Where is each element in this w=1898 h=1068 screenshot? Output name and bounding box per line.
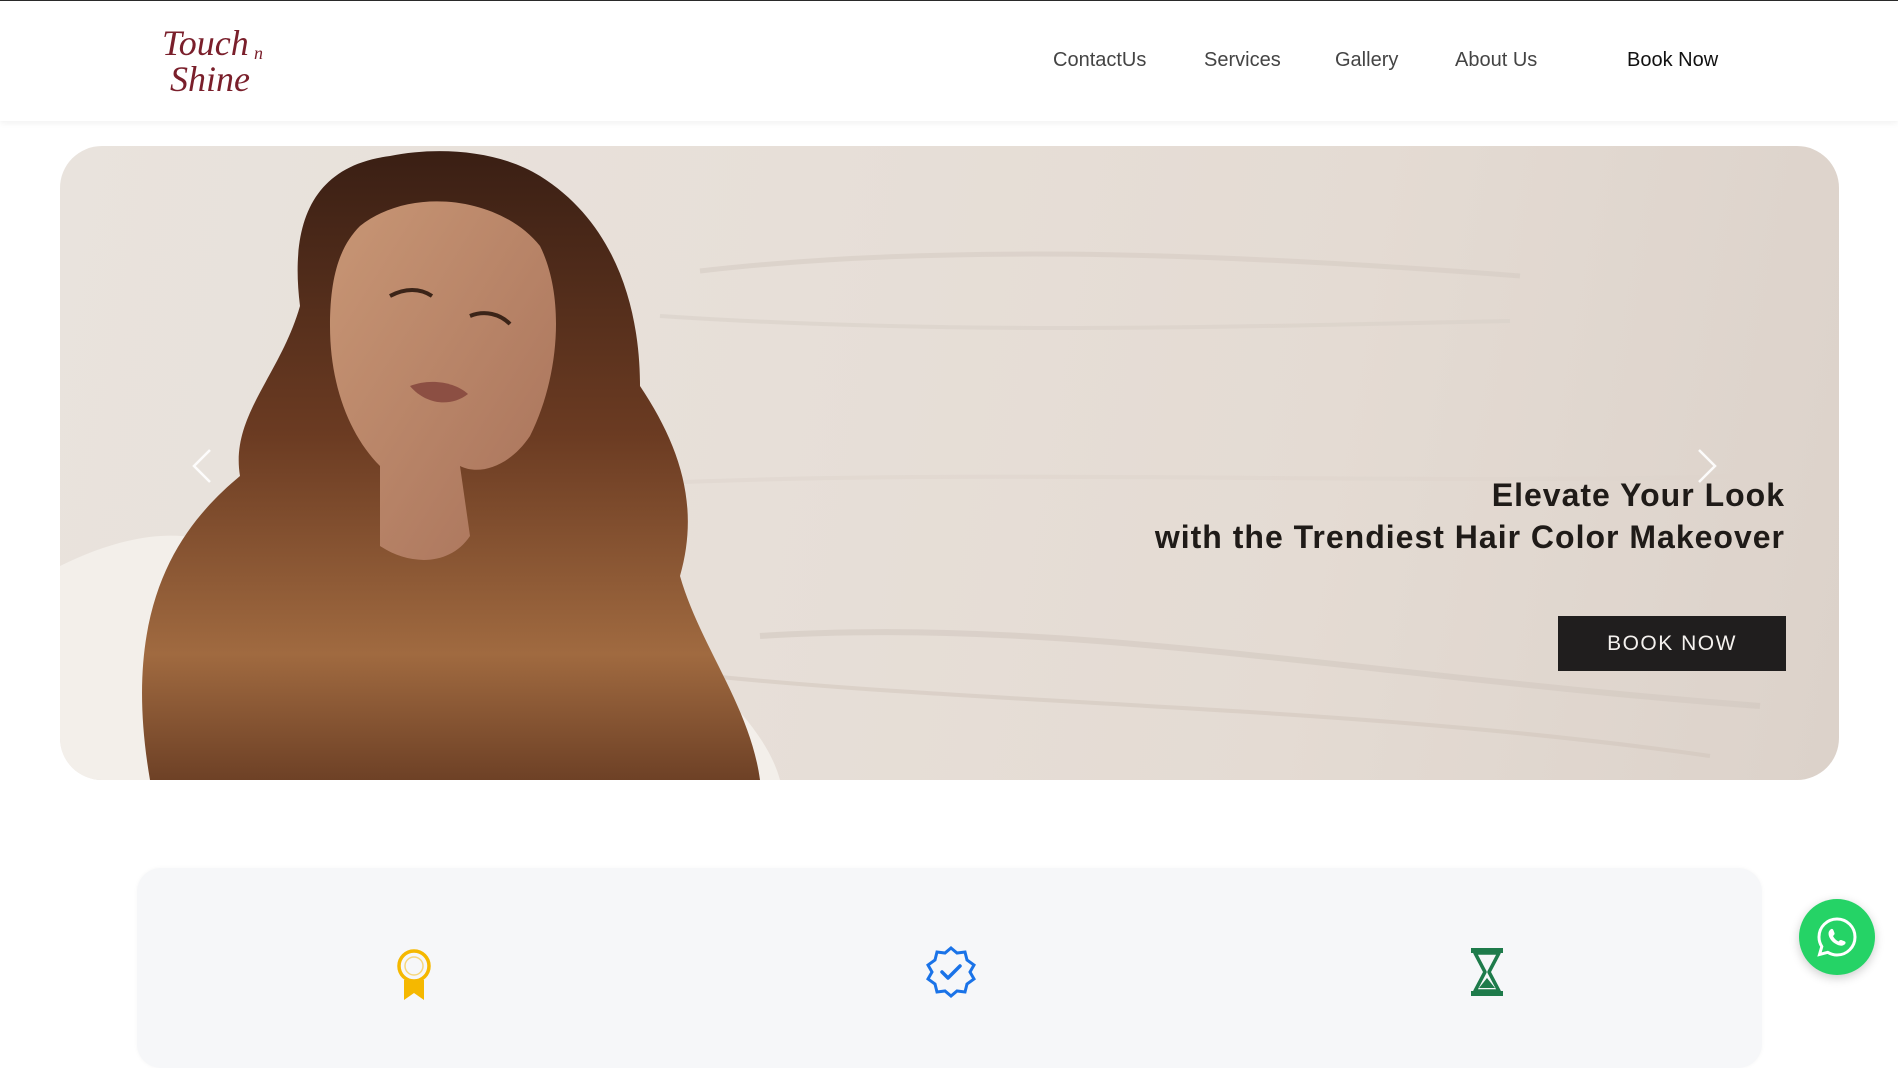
whatsapp-icon <box>1817 917 1857 957</box>
hero-book-now-button[interactable]: BOOK NOW <box>1558 616 1786 671</box>
hourglass-icon <box>1459 944 1515 1000</box>
site-header: Touch n Shine ContactUs Services Gallery… <box>0 1 1898 121</box>
svg-text:Shine: Shine <box>170 59 250 99</box>
hero-headline: Elevate Your Look with the Trendiest Hai… <box>1155 474 1785 558</box>
carousel-prev-button[interactable] <box>182 436 222 496</box>
verified-badge-icon <box>923 944 979 1000</box>
logo-wordmark: Touch n Shine <box>162 23 263 99</box>
nav-services[interactable]: Services <box>1204 49 1281 72</box>
nav-about-us[interactable]: About Us <box>1455 49 1537 72</box>
brand-logo[interactable]: Touch n Shine <box>160 19 270 99</box>
nav-book-now[interactable]: Book Now <box>1627 49 1718 72</box>
nav-contactus[interactable]: ContactUs <box>1053 49 1146 72</box>
hero-headline-line1: Elevate Your Look <box>1491 477 1785 513</box>
svg-text:Touch: Touch <box>162 23 249 63</box>
award-icon <box>386 944 442 1000</box>
hero-headline-line2: with the Trendiest Hair Color Makeover <box>1154 519 1785 555</box>
svg-text:n: n <box>254 43 263 63</box>
nav-gallery[interactable]: Gallery <box>1335 49 1398 72</box>
whatsapp-chat-button[interactable] <box>1799 899 1875 975</box>
features-section <box>137 868 1762 1068</box>
hero-carousel: Elevate Your Look with the Trendiest Hai… <box>60 146 1839 780</box>
hero-banner-image <box>60 151 1761 780</box>
chevron-left-icon <box>192 449 211 483</box>
